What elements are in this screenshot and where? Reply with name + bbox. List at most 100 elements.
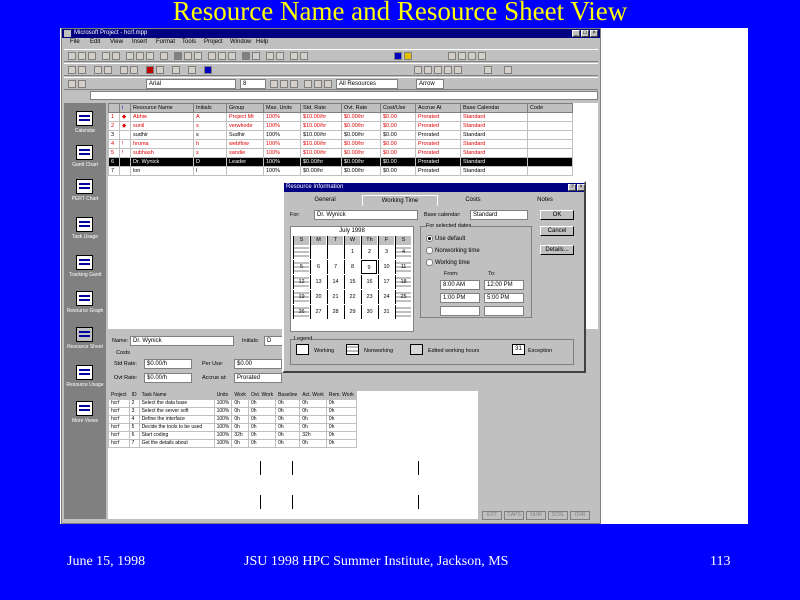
accrue-field[interactable]: Prorated — [234, 373, 282, 383]
drawing-icon[interactable] — [188, 66, 196, 74]
details-button[interactable]: Details... — [540, 245, 574, 255]
column-header[interactable]: Max. Units — [263, 103, 301, 113]
calendar-day[interactable]: 15 — [344, 275, 360, 289]
cell-code[interactable] — [527, 130, 573, 140]
column-header[interactable]: Ovt. Work — [247, 391, 277, 400]
column-header[interactable]: ID — [128, 391, 140, 400]
to-field-1[interactable]: 12:00 PM — [484, 280, 524, 290]
percent-25-icon[interactable] — [424, 66, 432, 74]
minimize-icon[interactable]: _ — [572, 30, 580, 37]
view-task-usage[interactable]: Task Usage — [64, 213, 106, 253]
goto-task-icon[interactable] — [252, 52, 260, 60]
forward-icon[interactable] — [458, 52, 466, 60]
gantt-wizard-icon[interactable] — [290, 52, 298, 60]
calendar-day[interactable]: 20 — [310, 290, 326, 304]
calendar-day[interactable]: 13 — [310, 275, 326, 289]
calendar-day[interactable]: 16 — [361, 275, 377, 289]
cell-calendar[interactable]: Standard — [460, 166, 528, 176]
cell-std-rate[interactable]: $10.00/hr — [300, 121, 342, 131]
link-icon[interactable] — [174, 52, 182, 60]
calendar-day[interactable]: 7 — [327, 260, 343, 274]
save-icon[interactable] — [88, 52, 96, 60]
cell-initials[interactable]: A — [193, 112, 227, 122]
cell-code[interactable] — [527, 157, 573, 167]
close-icon[interactable]: × — [590, 30, 598, 37]
cell-code[interactable] — [527, 139, 573, 149]
cell-ovt-rate[interactable]: $0.00/hr — [341, 121, 381, 131]
cell-group[interactable]: webflow — [226, 139, 264, 149]
table-row[interactable]: 3 sudhir s Sudhir 100% $10.00/hr $0.00/h… — [108, 130, 573, 140]
table-row-selected[interactable]: 6 Dr. Wynick D Leader 100% $0.00/hr $0.0… — [108, 157, 573, 167]
menu-edit[interactable]: Edit — [90, 39, 100, 45]
cell-ovt-rate[interactable]: $0.00/hr — [341, 139, 381, 149]
cell-max-units[interactable]: 100% — [263, 139, 301, 149]
calendar-day[interactable]: 17 — [378, 275, 394, 289]
cell-group[interactable]: Project Mt — [226, 112, 264, 122]
calendar-day-selected[interactable]: 9 — [361, 260, 377, 274]
column-header[interactable]: Task Name — [138, 391, 215, 400]
tracking-icon[interactable] — [120, 66, 128, 74]
arrow-left-icon[interactable] — [68, 80, 76, 88]
cell-std-rate[interactable]: $10.00/hr — [300, 130, 342, 140]
calendar-day[interactable]: 6 — [310, 260, 326, 274]
column-header[interactable]: Ovt. Rate — [341, 103, 381, 113]
help-icon[interactable]: ? — [568, 184, 576, 191]
calendar-day[interactable] — [327, 245, 343, 259]
cell-name[interactable]: sunil — [130, 121, 194, 131]
cell-group[interactable]: Sudhir — [226, 130, 264, 140]
cut-icon[interactable] — [126, 52, 134, 60]
working-time-radio[interactable]: Working time — [426, 259, 470, 266]
cell-ovt-rate[interactable]: $0.00/hr — [341, 112, 381, 122]
cell-name[interactable]: subhash — [130, 148, 194, 158]
cell-calendar[interactable]: Standard — [460, 157, 528, 167]
menu-view[interactable]: View — [110, 39, 123, 45]
send-icon[interactable] — [156, 66, 164, 74]
cell-accrue[interactable]: Prorated — [415, 112, 461, 122]
entry-bar[interactable] — [90, 91, 598, 100]
calendar-day[interactable]: 21 — [327, 290, 343, 304]
ovt-rate-field[interactable]: $0.00/h — [144, 373, 192, 383]
align-right-icon[interactable] — [324, 80, 332, 88]
percent-50-icon[interactable] — [434, 66, 442, 74]
column-header[interactable]: Project — [108, 391, 130, 400]
back-icon[interactable] — [448, 52, 456, 60]
column-header[interactable]: Std. Rate — [300, 103, 342, 113]
to-field-2[interactable]: 5:00 PM — [484, 293, 524, 303]
hyperlink-icon[interactable] — [204, 66, 212, 74]
view-resource-usage[interactable]: Resource Usage — [64, 361, 106, 401]
calendar-day[interactable]: 28 — [327, 305, 343, 319]
column-header[interactable]: Resource Name — [130, 103, 194, 113]
split-icon[interactable] — [194, 52, 202, 60]
hide-subtasks-icon[interactable] — [104, 66, 112, 74]
cell-cost-use[interactable]: $0.00 — [380, 139, 416, 149]
cell-name[interactable]: Dr. Wynick — [130, 157, 194, 167]
cell-name[interactable]: lon — [130, 166, 194, 176]
cell-group[interactable]: sandie — [226, 148, 264, 158]
cell-name[interactable]: Abhie — [130, 112, 194, 122]
table-row[interactable]: hcrf 7 Get the details about 100% 0h 0h 0h 0h 0h — [108, 439, 357, 448]
cell-calendar[interactable]: Standard — [460, 148, 528, 158]
column-header[interactable]: Units — [213, 391, 233, 400]
unlink-icon[interactable] — [184, 52, 192, 60]
cell-initials[interactable]: s — [193, 121, 227, 131]
table-row[interactable]: 7 lon l 100% $0.00/hr $0.00/hr $0.00 Pro… — [108, 166, 573, 176]
cell-max-units[interactable]: 100% — [263, 166, 301, 176]
calendar-day[interactable]: 25 — [395, 290, 411, 304]
cell-std-rate[interactable]: $10.00/hr — [300, 112, 342, 122]
assign-resources-icon[interactable] — [228, 52, 236, 60]
table-row[interactable]: 5 ! subhash s sandie 100% $10.00/hr $0.0… — [108, 148, 573, 158]
cell-ovt-rate[interactable]: $0.00/hr — [341, 157, 381, 167]
use-default-radio[interactable]: Use default — [426, 235, 465, 242]
from-field-2[interactable]: 1:00 PM — [440, 293, 480, 303]
align-left-icon[interactable] — [304, 80, 312, 88]
menu-insert[interactable]: Insert — [132, 39, 147, 45]
menu-tools[interactable]: Tools — [182, 39, 196, 45]
view-resource-graph[interactable]: Resource Graph — [64, 287, 106, 327]
task-info-icon[interactable] — [208, 52, 216, 60]
cell-std-rate[interactable]: $10.00/hr — [300, 139, 342, 149]
notes-icon[interactable] — [218, 52, 226, 60]
table-row[interactable]: hcrf 4 Define the interface 100% 0h 0h 0h 0h 0h — [108, 415, 357, 424]
calendar-day[interactable]: 4 — [395, 245, 411, 259]
cell-cost-use[interactable]: $0.00 — [380, 130, 416, 140]
zoom-out-icon[interactable] — [276, 52, 284, 60]
